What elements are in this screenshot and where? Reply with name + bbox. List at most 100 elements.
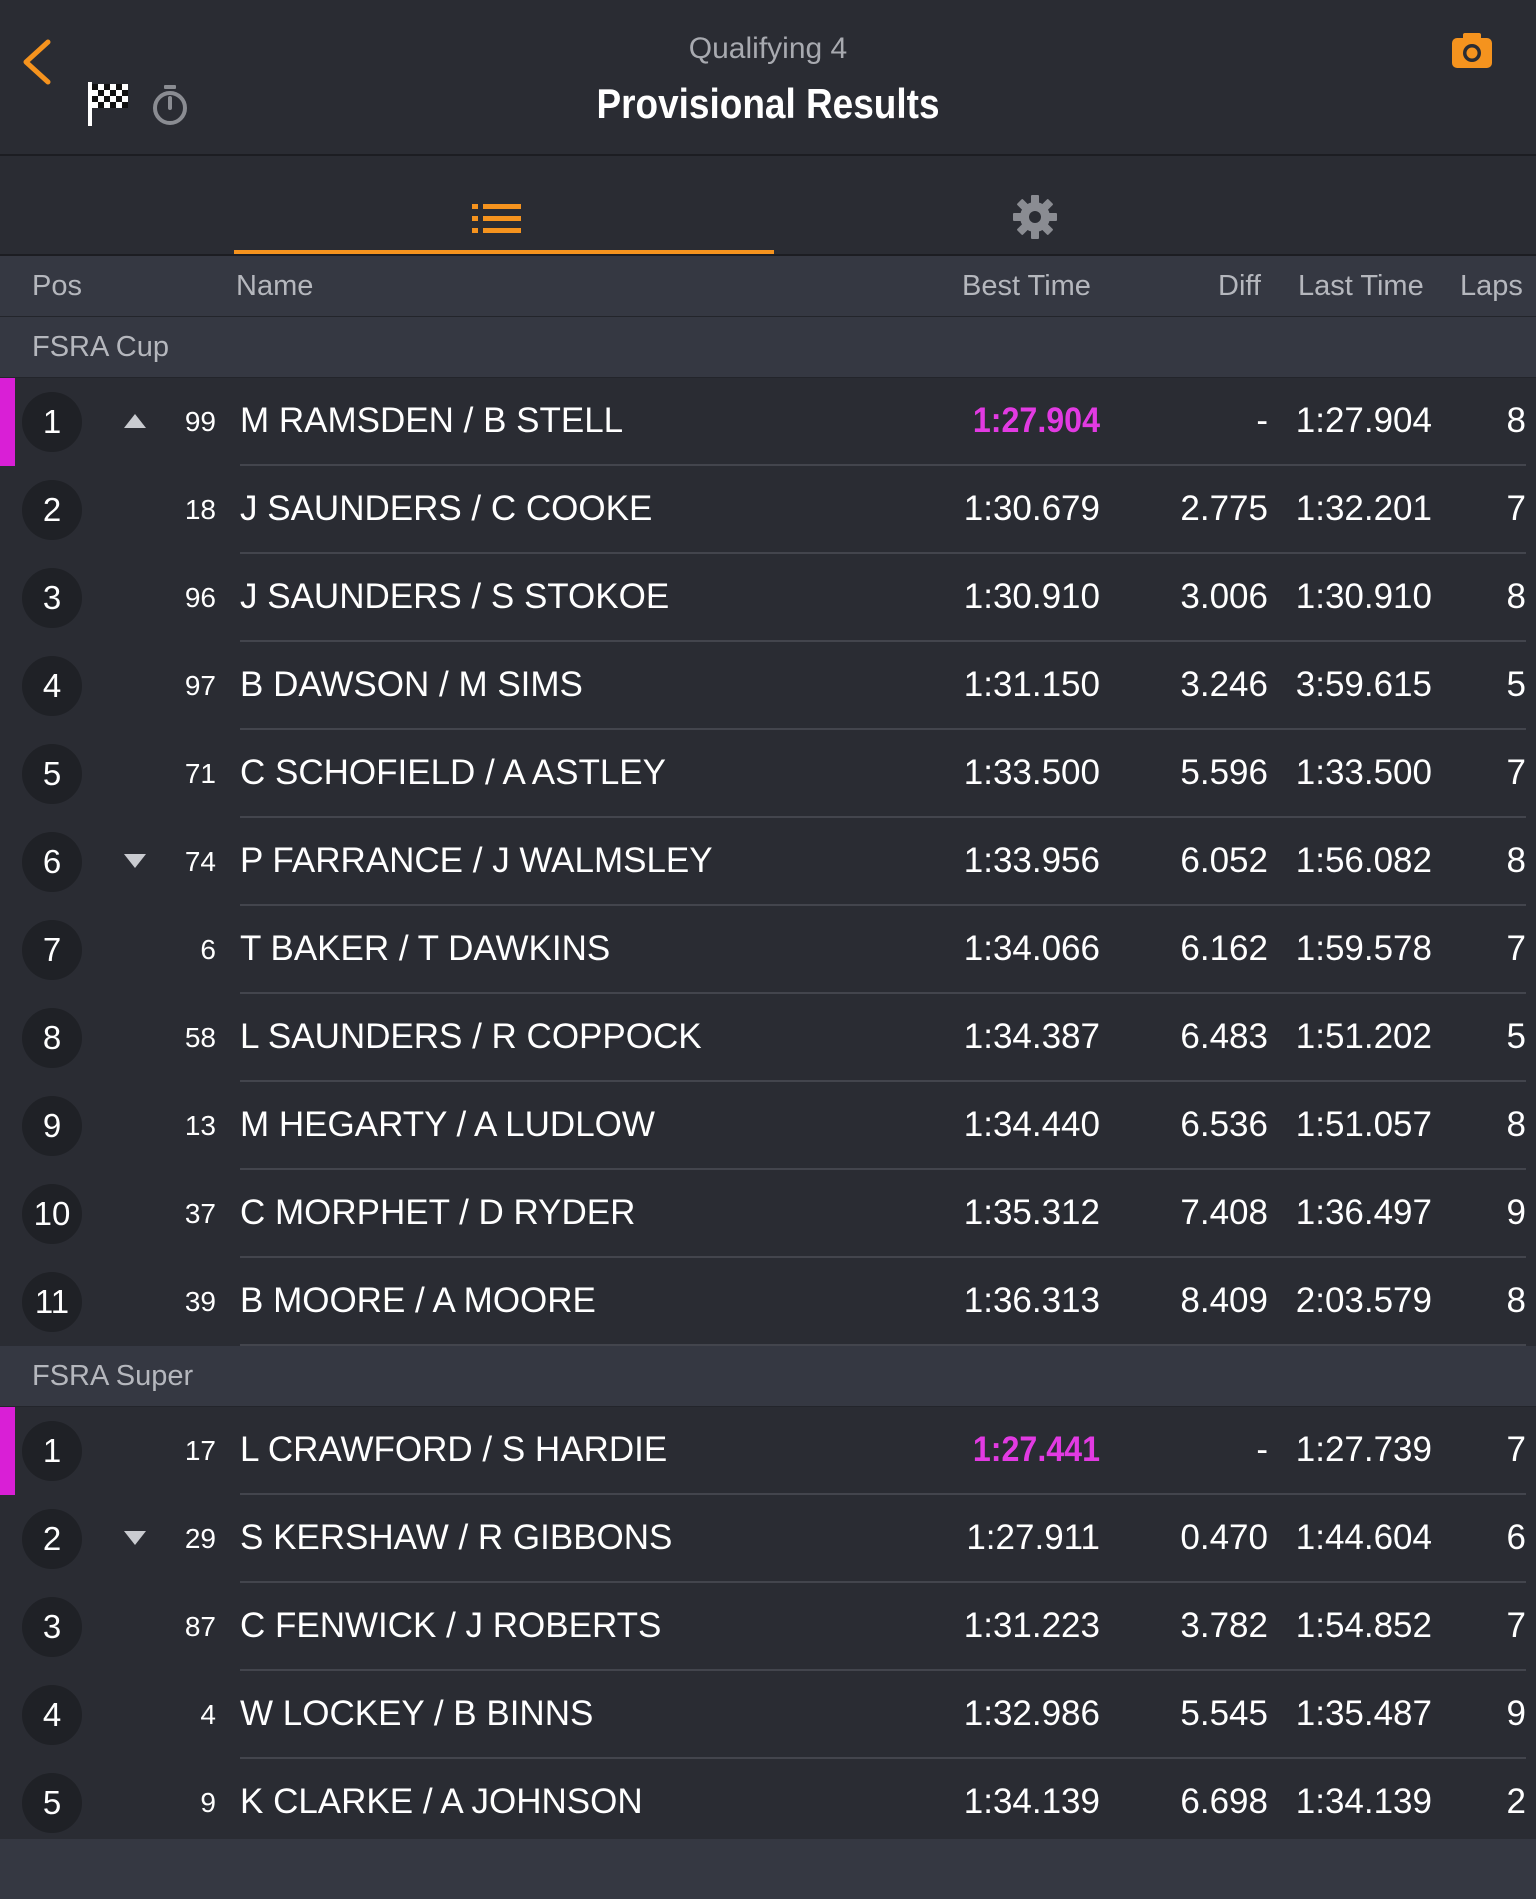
header: Qualifying 4 Provisional Results: [0, 0, 1536, 156]
table-row[interactable]: 8 58 L SAUNDERS / R COPPOCK 1:34.387 6.483 1:…: [0, 994, 1536, 1082]
last-time: 1:54.852: [1295, 1606, 1432, 1645]
car-number: 29: [184, 1523, 216, 1554]
results-table: FSRA Cup 1 99 M RAMSDEN / B STELL 1:27.904-1…: [0, 317, 1536, 1847]
time-diff: 8.409: [1180, 1281, 1268, 1320]
best-time: 1:34.440: [963, 1105, 1100, 1144]
col-last-time[interactable]: Last Time: [1298, 270, 1424, 303]
position-badge: 6: [22, 832, 82, 892]
car-number: 37: [184, 1198, 216, 1229]
lap-count: 7: [1506, 489, 1526, 528]
time-diff: 3.782: [1180, 1606, 1268, 1645]
last-time: 1:35.487: [1295, 1694, 1432, 1733]
time-diff: 6.483: [1180, 1017, 1268, 1056]
lap-count: 8: [1506, 1281, 1526, 1320]
car-number: 17: [184, 1435, 216, 1466]
triangle-down-icon: [124, 1531, 146, 1545]
best-time: 1:34.066: [963, 929, 1100, 968]
table-row[interactable]: 1 99 M RAMSDEN / B STELL 1:27.904-1:27.904 8: [0, 378, 1536, 466]
position-badge: 10: [22, 1184, 82, 1244]
lap-count: 8: [1506, 401, 1526, 440]
lap-count: 7: [1506, 753, 1526, 792]
table-row[interactable]: 2 29 S KERSHAW / R GIBBONS 1:27.911 0.470 1:4…: [0, 1495, 1536, 1583]
triangle-up-icon: [124, 414, 146, 428]
time-diff: 0.470: [1180, 1518, 1268, 1557]
table-row[interactable]: 9 13 M HEGARTY / A LUDLOW 1:34.440 6.536 1:51…: [0, 1082, 1536, 1170]
position-badge: 8: [22, 1008, 82, 1068]
col-pos[interactable]: Pos: [32, 270, 82, 303]
list-icon: [472, 204, 521, 233]
table-row[interactable]: 10 37 C MORPHET / D RYDER 1:35.312 7.408 1:36…: [0, 1170, 1536, 1258]
best-time: 1:36.313: [963, 1281, 1100, 1320]
table-row[interactable]: 3 87 C FENWICK / J ROBERTS 1:31.223 3.782 1:5…: [0, 1583, 1536, 1671]
table-row[interactable]: 3 96 J SAUNDERS / S STOKOE 1:30.910 3.006 1:3…: [0, 554, 1536, 642]
group-header: FSRA Cup: [0, 317, 1536, 378]
position-badge: 7: [22, 920, 82, 980]
time-diff: -: [1256, 401, 1268, 440]
table-row[interactable]: 6 74 P FARRANCE / J WALMSLEY 1:33.956 6.052 1…: [0, 818, 1536, 906]
tab-settings[interactable]: [1000, 156, 1070, 254]
car-number: 9: [200, 1787, 216, 1818]
best-time: 1:33.500: [963, 753, 1100, 792]
driver-name: W LOCKEY / B BINNS: [240, 1694, 594, 1733]
table-row[interactable]: 7 6 T BAKER / T DAWKINS 1:34.066 6.162 1:59.5…: [0, 906, 1536, 994]
driver-name: C SCHOFIELD / A ASTLEY: [240, 753, 666, 792]
last-time: 1:56.082: [1295, 841, 1432, 880]
time-diff: 6.052: [1180, 841, 1268, 880]
lap-count: 9: [1506, 1694, 1526, 1733]
last-time: 1:44.604: [1295, 1518, 1432, 1557]
col-best-time[interactable]: Best Time: [962, 270, 1091, 303]
driver-name: K CLARKE / A JOHNSON: [240, 1782, 643, 1821]
last-time: 1:51.057: [1295, 1105, 1432, 1144]
table-row[interactable]: 4 97 B DAWSON / M SIMS 1:31.150 3.246 3:59.61…: [0, 642, 1536, 730]
camera-button[interactable]: [1450, 30, 1494, 70]
car-number: 6: [200, 934, 216, 965]
position-badge: 9: [22, 1096, 82, 1156]
lap-count: 5: [1506, 1017, 1526, 1056]
group-title: FSRA Super: [32, 1360, 194, 1392]
best-time: 1:30.910: [963, 577, 1100, 616]
tab-results-list[interactable]: [234, 156, 774, 254]
table-row[interactable]: 5 71 C SCHOFIELD / A ASTLEY 1:33.500 5.596 1:…: [0, 730, 1536, 818]
best-time: 1:30.679: [963, 489, 1100, 528]
table-row[interactable]: 4 4 W LOCKEY / B BINNS 1:32.986 5.545 1:35.48…: [0, 1671, 1536, 1759]
results-screen: Qualifying 4 Provisional Results Pos Nam…: [0, 0, 1536, 1899]
lap-count: 8: [1506, 1105, 1526, 1144]
session-name: Qualifying 4: [688, 32, 848, 65]
page-title: Provisional Results: [596, 80, 940, 127]
table-row[interactable]: 2 18 J SAUNDERS / C COOKE 1:30.679 2.775 1:32…: [0, 466, 1536, 554]
col-diff[interactable]: Diff: [1218, 270, 1261, 303]
lap-count: 9: [1506, 1193, 1526, 1232]
driver-name: B MOORE / A MOORE: [240, 1281, 596, 1320]
camera-icon: [1452, 33, 1492, 68]
position-badge: 1: [22, 392, 82, 452]
lap-count: 6: [1506, 1518, 1526, 1557]
table-row[interactable]: 1 17 L CRAWFORD / S HARDIE 1:27.441 -1:27.73…: [0, 1407, 1536, 1495]
car-number: 87: [184, 1611, 216, 1642]
best-time: 1:35.312: [963, 1193, 1100, 1232]
column-header: Pos Name Best Time Diff Last Time Laps: [0, 256, 1536, 317]
car-number: 96: [184, 582, 216, 613]
driver-name: L CRAWFORD / S HARDIE: [240, 1430, 668, 1469]
last-time: 1:27.739: [1295, 1430, 1432, 1469]
col-name[interactable]: Name: [236, 270, 313, 303]
lap-count: 7: [1506, 929, 1526, 968]
driver-name: C MORPHET / D RYDER: [240, 1193, 636, 1232]
last-time: 1:51.202: [1295, 1017, 1432, 1056]
driver-name: M HEGARTY / A LUDLOW: [240, 1105, 655, 1144]
best-time: 1:27.904: [972, 401, 1100, 440]
best-time: 1:32.986: [963, 1694, 1100, 1733]
lap-count: 7: [1506, 1430, 1526, 1469]
position-badge: 4: [22, 656, 82, 716]
active-tab-indicator: [234, 250, 774, 254]
last-time: 1:59.578: [1295, 929, 1432, 968]
table-row[interactable]: 5 9 K CLARKE / A JOHNSON 1:34.139 6.698 1:34.…: [0, 1759, 1536, 1847]
last-time: 2:03.579: [1295, 1281, 1432, 1320]
class-leader-marker: [0, 1407, 15, 1495]
last-time: 1:30.910: [1295, 577, 1432, 616]
car-number: 13: [184, 1110, 216, 1141]
lap-count: 8: [1506, 577, 1526, 616]
position-badge: 3: [22, 568, 82, 628]
last-time: 1:36.497: [1295, 1193, 1432, 1232]
col-laps[interactable]: Laps: [1460, 270, 1523, 303]
table-row[interactable]: 11 39 B MOORE / A MOORE 1:36.313 8.409 2:03.5…: [0, 1258, 1536, 1346]
